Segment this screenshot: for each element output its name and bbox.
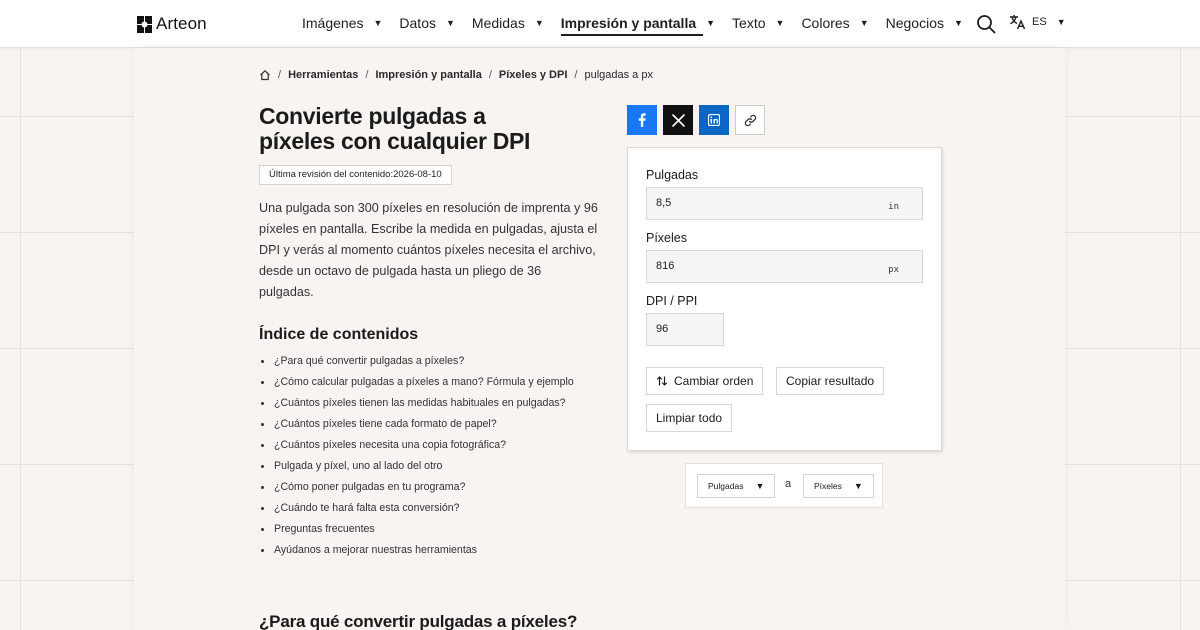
share-buttons — [627, 105, 771, 135]
breadcrumb-separator: / — [365, 69, 369, 81]
toc-title: Índice de contenidos — [259, 326, 419, 343]
caret-down-icon: ▼ — [373, 18, 383, 28]
content-panel: / Herramientas / Impresión y pantalla / … — [134, 48, 1065, 630]
section-title: ¿Para qué convertir pulgadas a píxeles? — [259, 612, 578, 630]
nav-item-imagenes[interactable]: Imágenes ▼ — [302, 15, 382, 31]
page-title: Convierte pulgadas a píxeles con cualqui… — [259, 104, 589, 154]
caret-down-icon: ▼ — [755, 481, 765, 491]
language-code: ES — [1032, 16, 1047, 28]
pixels-value: 816 — [656, 260, 675, 272]
breadcrumb-herramientas[interactable]: Herramientas — [288, 69, 358, 81]
pixels-input[interactable]: 816 px — [646, 250, 923, 283]
nav-item-negocios[interactable]: Negocios ▼ — [886, 15, 963, 31]
nav-item-medidas[interactable]: Medidas ▼ — [472, 15, 544, 31]
page-title-line1: Convierte pulgadas a — [259, 103, 486, 129]
inches-input[interactable]: 8,5 in — [646, 187, 923, 220]
share-facebook-button[interactable] — [627, 105, 657, 135]
home-icon[interactable] — [259, 69, 271, 81]
nav-item-texto[interactable]: Texto ▼ — [732, 15, 784, 31]
language-selector[interactable]: ES ▼ — [1009, 14, 1066, 30]
breadcrumb-impresion[interactable]: Impresión y pantalla — [375, 69, 481, 81]
inches-value: 8,5 — [656, 197, 672, 209]
inches-unit: in — [888, 202, 899, 212]
share-linkedin-button[interactable] — [699, 105, 729, 135]
revision-badge: Última revisión del contenido:2026-08-10 — [259, 165, 452, 185]
caret-down-icon: ▼ — [534, 18, 544, 28]
top-header: Arteon Imágenes ▼ Datos ▼ Medidas ▼ Impresi… — [0, 0, 1200, 48]
inches-label: Pulgadas — [646, 168, 699, 182]
nav-label: Negocios — [885, 15, 944, 31]
nav-label: Medidas — [471, 15, 525, 31]
copy-result-label: Copiar resultado — [786, 374, 875, 388]
nav-label: Imágenes — [302, 15, 364, 31]
breadcrumb-current: pulgadas a px — [584, 69, 653, 81]
main-nav: Imágenes ▼ Datos ▼ Medidas ▼ Impresión y pa… — [302, 15, 980, 36]
toc-item[interactable]: ¿Cuántos píxeles tiene cada formato de p… — [259, 414, 574, 435]
converter-card: Pulgadas 8,5 in Píxeles 816 px DPI / PPI… — [627, 147, 942, 451]
caret-down-icon: ▼ — [445, 18, 455, 28]
dpi-value: 96 — [656, 323, 669, 335]
brand-name: Arteon — [156, 14, 207, 33]
nav-item-colores[interactable]: Colores ▼ — [801, 15, 868, 31]
x-icon — [671, 113, 685, 127]
swap-icon — [656, 376, 668, 386]
toc-item[interactable]: ¿Cómo poner pulgadas en tu programa? — [259, 477, 574, 498]
toc-item[interactable]: ¿Para qué convertir pulgadas a píxeles? — [259, 351, 574, 372]
nav-label: Texto — [732, 15, 766, 31]
dpi-input[interactable]: 96 — [646, 313, 724, 346]
brand-logo[interactable]: Arteon — [137, 14, 207, 34]
translate-icon — [1010, 15, 1026, 30]
breadcrumb-separator: / — [488, 69, 492, 81]
toc-item[interactable]: ¿Cuándo te hará falta esta conversión? — [259, 498, 574, 519]
nav-item-datos[interactable]: Datos ▼ — [399, 15, 455, 31]
link-icon — [744, 114, 756, 126]
breadcrumb-pixeles-dpi[interactable]: Píxeles y DPI — [499, 69, 568, 81]
share-x-button[interactable] — [663, 105, 693, 135]
nav-label: Colores — [801, 15, 850, 31]
caret-down-icon: ▼ — [1056, 17, 1066, 27]
search-icon[interactable] — [976, 14, 996, 34]
pixels-unit: px — [888, 265, 899, 275]
toc-item[interactable]: ¿Cuántos píxeles tienen las medidas habi… — [259, 393, 574, 414]
to-unit-select[interactable]: Píxeles ▼ — [803, 474, 874, 498]
caret-down-icon: ▼ — [775, 18, 785, 28]
copy-result-button[interactable]: Copiar resultado — [776, 367, 885, 395]
caret-down-icon: ▼ — [853, 481, 863, 491]
nav-label: Impresión y pantalla — [560, 15, 697, 31]
logo-icon — [137, 15, 152, 33]
swap-order-button[interactable]: Cambiar orden — [646, 367, 764, 395]
caret-down-icon: ▼ — [859, 18, 869, 28]
nav-label: Datos — [399, 15, 436, 31]
clear-all-label: Limpiar todo — [656, 411, 723, 425]
toc-list: ¿Para qué convertir pulgadas a píxeles? … — [259, 351, 574, 561]
from-unit-select[interactable]: Pulgadas ▼ — [697, 474, 776, 498]
toc-item[interactable]: Ayúdanos a mejorar nuestras herramientas — [259, 540, 574, 561]
breadcrumb-separator: / — [574, 69, 578, 81]
caret-down-icon: ▼ — [953, 18, 963, 28]
nav-item-impresion[interactable]: Impresión y pantalla ▼ — [560, 15, 716, 36]
intro-paragraph: Una pulgada son 300 píxeles en resolució… — [259, 201, 598, 299]
pixels-label: Píxeles — [646, 231, 687, 245]
toc-item[interactable]: ¿Cuántos píxeles necesita una copia foto… — [259, 435, 574, 456]
dpi-label: DPI / PPI — [646, 294, 698, 308]
facebook-icon — [638, 113, 646, 127]
copy-link-button[interactable] — [735, 105, 765, 135]
caret-down-icon: ▼ — [706, 18, 716, 28]
toc-item[interactable]: Pulgada y píxel, uno al lado del otro — [259, 456, 574, 477]
linkedin-icon — [708, 114, 720, 126]
breadcrumb-separator: / — [278, 69, 282, 81]
unit-selector: Pulgadas ▼ a Píxeles ▼ — [685, 463, 883, 508]
clear-all-button[interactable]: Limpiar todo — [646, 404, 733, 432]
to-unit-value: Píxeles — [814, 481, 842, 491]
toc-item[interactable]: Preguntas frecuentes — [259, 519, 574, 540]
from-unit-value: Pulgadas — [708, 481, 744, 491]
toc-item[interactable]: ¿Cómo calcular pulgadas a píxeles a mano… — [259, 372, 574, 393]
breadcrumb: / Herramientas / Impresión y pantalla / … — [259, 69, 653, 81]
page-title-line2: píxeles con cualquier DPI — [259, 128, 531, 154]
unit-connector: a — [785, 478, 792, 490]
swap-order-label: Cambiar orden — [674, 374, 754, 388]
